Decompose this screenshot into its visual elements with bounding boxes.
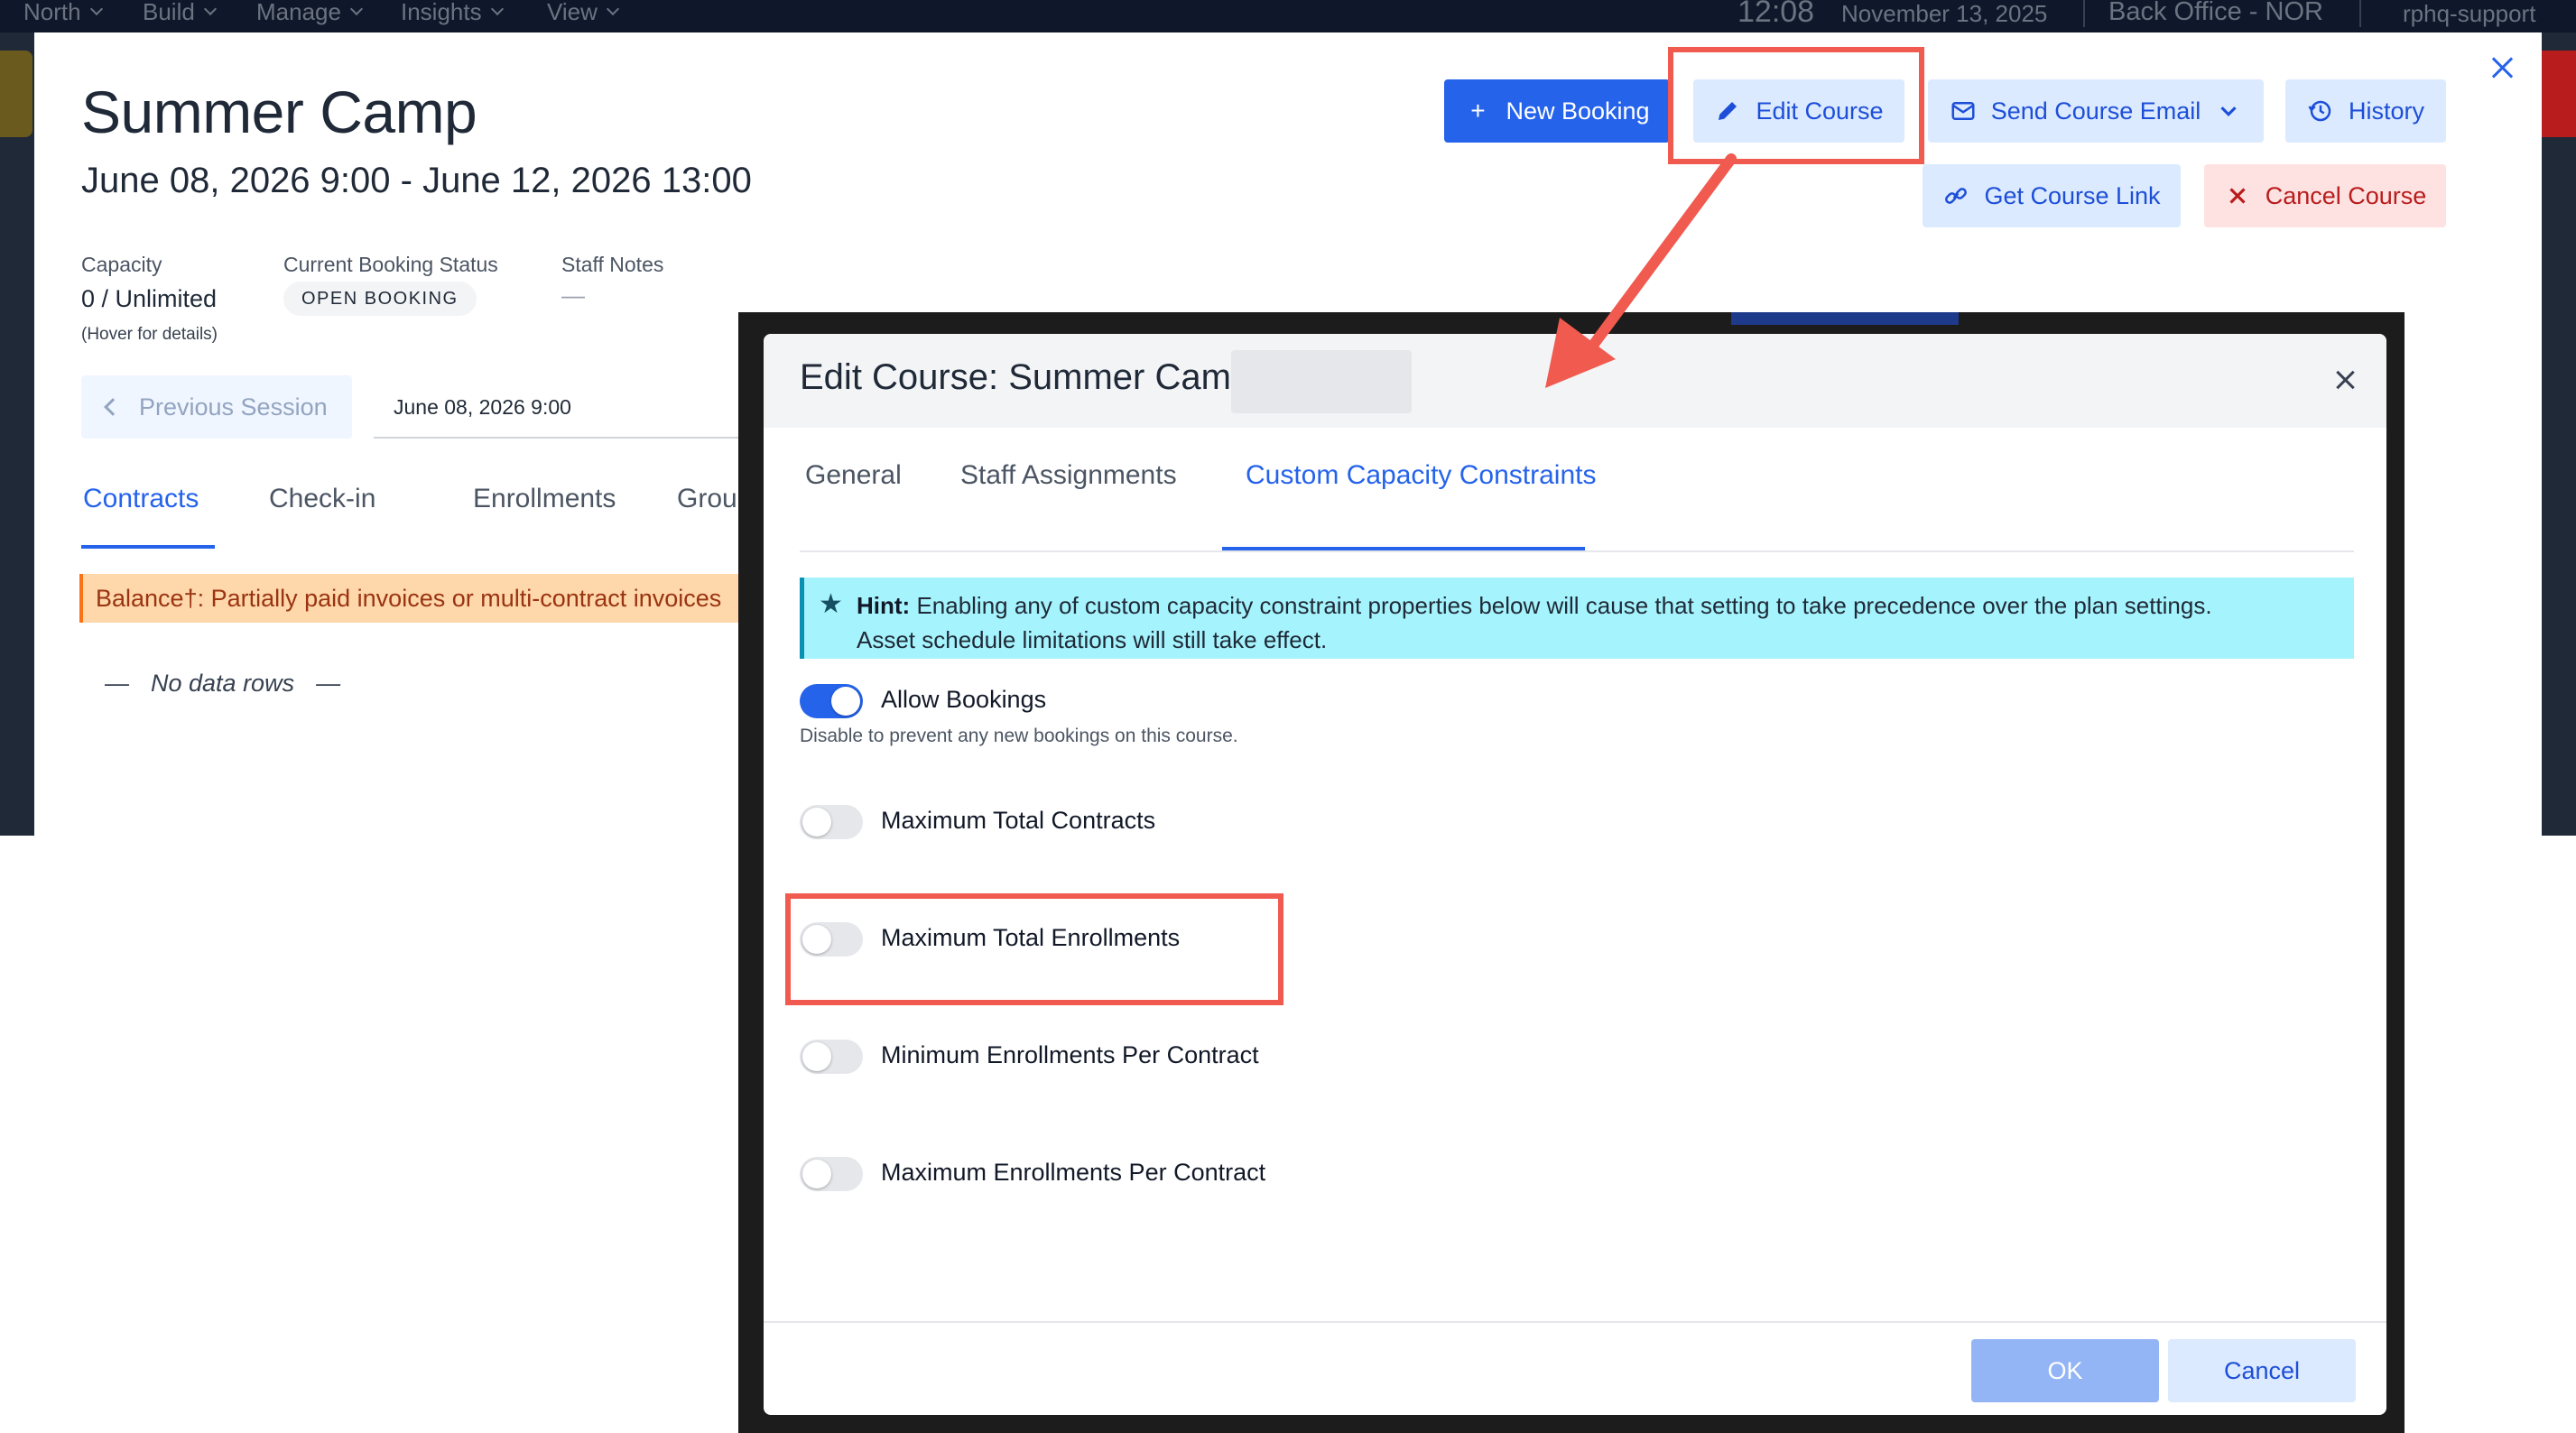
button-label: Get Course Link [1984,181,2161,209]
get-course-link-button[interactable]: Get Course Link [1923,164,2181,227]
tab-check-in[interactable]: Check-in [269,484,375,514]
dash: — [316,670,341,697]
tab-custom-capacity-constraints[interactable]: Custom Capacity Constraints [1246,460,1596,491]
nav-label: North [23,0,81,25]
background-app-icon [0,51,32,137]
redacted-block [1231,350,1412,413]
background-button-edge [1731,312,1959,325]
button-label: Send Course Email [1990,97,2201,125]
tab-general[interactable]: General [805,460,902,491]
hint-text: Enabling any of custom capacity constrai… [916,592,2212,619]
booking-status-label: Current Booking Status [283,253,498,276]
background-right-edge [2542,32,2576,836]
empty-state-text: No data rows [151,670,295,697]
capacity-label: Capacity [81,253,162,276]
empty-state: — No data rows — [105,670,340,698]
previous-session-button[interactable]: Previous Session [81,375,352,439]
maximum-total-contracts-label: Maximum Total Contracts [881,807,1156,834]
tab-staff-assignments[interactable]: Staff Assignments [960,460,1177,491]
mail-icon [1950,97,1977,125]
capacity-value: 0 / Unlimited [81,285,218,312]
tab-contracts[interactable]: Contracts [83,484,199,514]
allow-bookings-label: Allow Bookings [881,686,1047,713]
minimum-enrollments-per-contract-toggle[interactable] [800,1040,863,1074]
nav-divider [2359,0,2361,27]
chevron-down-icon [349,2,364,16]
hint-label: Hint: [857,592,911,619]
chevron-down-icon [606,2,619,16]
nav-label: Manage [256,0,341,25]
nav-label: View [547,0,598,25]
status-badge: OPEN BOOKING [283,282,477,316]
close-icon [2224,182,2251,209]
maximum-total-contracts-toggle[interactable] [800,805,863,839]
plus-icon: + [1470,97,1486,125]
maximum-enrollments-per-contract-label: Maximum Enrollments Per Contract [881,1159,1266,1186]
close-icon[interactable] [2489,54,2516,81]
clock-time: 12:08 [1737,0,1815,29]
nav-label: Insights [401,0,482,25]
chevron-down-icon [2215,97,2242,125]
close-icon[interactable] [2334,368,2358,392]
course-title: Summer Camp [81,79,477,145]
user-menu[interactable]: rphq-support [2403,0,2535,28]
tab-enrollments[interactable]: Enrollments [473,484,616,514]
button-label: History [2348,97,2424,125]
ok-button[interactable]: OK [1971,1339,2159,1402]
nav-divider [2083,0,2085,27]
nav-item-insights[interactable]: Insights [401,0,504,25]
dash: — [105,670,129,697]
background-left-edge [0,32,34,836]
office-selector[interactable]: Back Office - NOR [2108,0,2323,27]
background-alert-block [2542,51,2576,137]
allow-bookings-toggle[interactable] [800,684,863,718]
hint-banner: ★ Hint: Enabling any of custom capacity … [800,578,2354,659]
nav-item-north[interactable]: North [23,0,103,25]
chevron-left-icon [104,398,122,416]
active-tab-indicator [81,545,215,549]
maximum-enrollments-per-contract-toggle[interactable] [800,1157,863,1191]
chevron-down-icon [203,2,217,16]
minimum-enrollments-per-contract-label: Minimum Enrollments Per Contract [881,1041,1259,1068]
allow-bookings-help: Disable to prevent any new bookings on t… [800,726,1238,746]
modal-header: Edit Course: Summer Camp [764,334,2386,428]
history-button[interactable]: History [2285,79,2446,143]
chevron-down-icon [89,2,103,16]
button-label: Cancel Course [2265,181,2427,209]
link-icon [1942,182,1969,209]
capacity-hint: (Hover for details) [81,325,218,344]
top-nav-bar: North Build Manage Insights View 12:08 N… [0,0,2576,32]
tabs-divider [800,550,2354,552]
nav-item-manage[interactable]: Manage [256,0,364,25]
button-label: Previous Session [139,393,328,421]
footer-divider [764,1321,2386,1323]
nav-item-view[interactable]: View [547,0,619,25]
cancel-course-button[interactable]: Cancel Course [2204,164,2446,227]
star-icon: ★ [819,589,843,619]
cancel-button[interactable]: Cancel [2168,1339,2356,1402]
staff-notes-value: — [561,282,585,309]
nav-item-build[interactable]: Build [143,0,217,25]
max-enrollments-highlight [785,893,1283,1005]
hint-text-secondary: Asset schedule limitations will still ta… [857,626,1328,653]
active-tab-indicator [1222,547,1585,550]
chevron-down-icon [490,2,504,16]
nav-label: Build [143,0,195,25]
button-label: New Booking [1506,97,1650,125]
edit-course-highlight [1668,47,1924,164]
modal-title: Edit Course: Summer Camp [800,357,1252,397]
modal-tabs: General Staff Assignments Custom Capacit… [764,460,2386,541]
edit-course-modal: Edit Course: Summer Camp General Staff A… [764,334,2386,1415]
course-dates: June 08, 2026 9:00 - June 12, 2026 13:00 [81,161,752,200]
clock-date: November 13, 2025 [1841,0,2048,27]
history-icon [2307,97,2334,125]
staff-notes-label: Staff Notes [561,253,664,276]
new-booking-button[interactable]: + New Booking [1444,79,1670,143]
send-course-email-button[interactable]: Send Course Email [1928,79,2264,143]
